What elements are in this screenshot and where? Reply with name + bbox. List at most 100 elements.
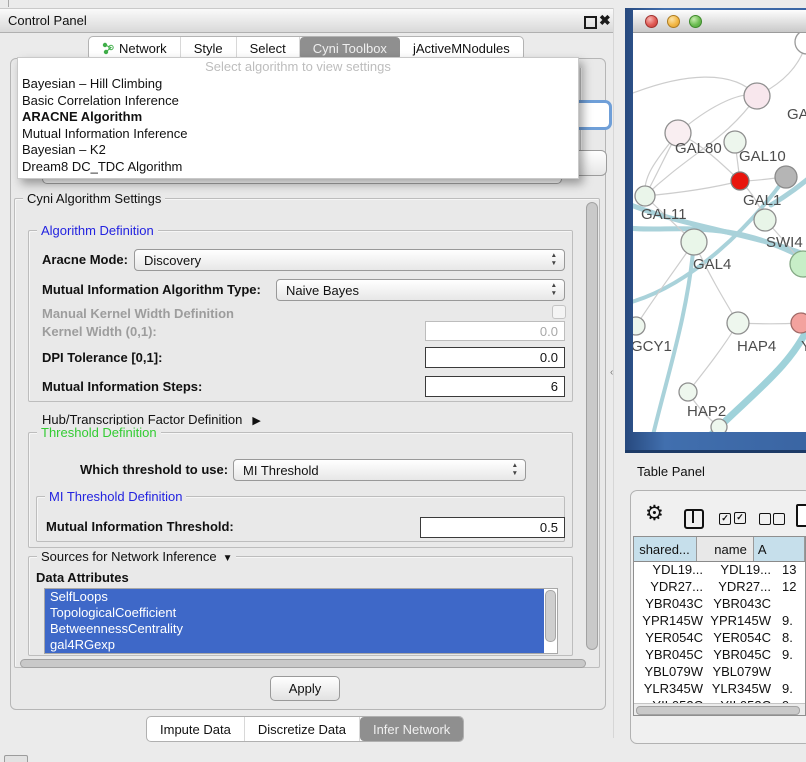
node-label: HAP2 <box>687 403 726 420</box>
table-row[interactable]: YLR345WYLR345W9. <box>634 680 805 697</box>
splitter-handle[interactable]: ‹ <box>610 367 613 378</box>
network-edge[interactable] <box>633 77 757 96</box>
unchecked-checkbox-icon[interactable] <box>759 513 771 525</box>
network-node-gal11[interactable] <box>635 186 655 206</box>
close-traffic-light[interactable] <box>645 15 658 28</box>
table-horizontal-scrollbar[interactable] <box>634 703 805 716</box>
algorithm-option[interactable]: Dream8 DC_TDC Algorithm <box>18 159 578 176</box>
node-label: HAP4 <box>737 338 776 355</box>
mi-steps-input[interactable]: 6 <box>425 376 565 397</box>
algorithm-dropdown: Select algorithm to view settings Bayesi… <box>17 57 579 179</box>
table-row[interactable]: YPR145WYPR145W9. <box>634 612 805 629</box>
manual-kernel-label: Manual Kernel Width Definition <box>42 306 234 321</box>
network-node-gray-node[interactable] <box>775 166 797 188</box>
checked-checkbox-icon[interactable]: ✓ <box>734 512 746 524</box>
table-row[interactable]: YER054CYER054C8. <box>634 629 805 646</box>
attribute-item[interactable]: BetweennessCentrality <box>45 621 544 637</box>
network-canvas[interactable]: GALGAL80GAL10GAL1GAL11SWI4GAL4GCY1HAP4YH… <box>633 33 806 432</box>
threshold-definition-title: Threshold Definition <box>37 425 161 440</box>
attribute-item[interactable]: SelfLoops <box>45 589 544 605</box>
algorithm-option[interactable]: ARACNE Algorithm <box>18 109 578 126</box>
network-node-gal1[interactable] <box>754 209 776 231</box>
algorithm-definition-title: Algorithm Definition <box>37 223 158 238</box>
gear-icon[interactable]: ⚙ <box>645 501 664 526</box>
combo-arrows-icon: ▲▼ <box>551 282 557 298</box>
network-window-titlebar[interactable] <box>633 10 806 33</box>
which-threshold-combo[interactable]: MI Threshold ▲▼ <box>233 459 526 481</box>
float-window-icon[interactable] <box>584 16 597 29</box>
network-node-hap2b[interactable] <box>711 419 727 432</box>
manual-kernel-checkbox[interactable] <box>552 305 566 319</box>
mi-type-label: Mutual Information Algorithm Type: <box>42 282 261 297</box>
settings-horizontal-scrollbar[interactable] <box>20 659 586 668</box>
tab-impute-data[interactable]: Impute Data <box>147 717 245 741</box>
which-threshold-label: Which threshold to use: <box>80 462 228 477</box>
document-icon[interactable] <box>796 504 806 527</box>
table-row[interactable]: YBL079WYBL079W <box>634 663 805 680</box>
node-label: GAL11 <box>641 206 687 223</box>
cyni-settings-group-title: Cyni Algorithm Settings <box>23 191 165 206</box>
screen: Control Panel ✖ NetworkStyleSelectCyni T… <box>0 0 806 762</box>
unchecked-checkbox-icon[interactable] <box>773 513 785 525</box>
aracne-mode-combo[interactable]: Discovery ▲▼ <box>134 249 565 271</box>
algorithm-option[interactable]: Bayesian – K2 <box>18 142 578 159</box>
dpi-tolerance-label: DPI Tolerance [0,1]: <box>42 350 162 365</box>
network-tab-icon <box>102 42 114 55</box>
tab-infer-network[interactable]: Infer Network <box>360 717 463 741</box>
algorithm-option[interactable]: Bayesian – Hill Climbing <box>18 76 578 93</box>
combo-arrows-icon: ▲▼ <box>551 252 557 268</box>
close-icon[interactable]: ✖ <box>599 12 611 29</box>
algorithm-option[interactable]: Mutual Information Inference <box>18 126 578 143</box>
algorithm-option[interactable]: Basic Correlation Inference <box>18 93 578 110</box>
attribute-item[interactable]: gal4RGexp <box>45 637 544 653</box>
network-node-salmon-node[interactable] <box>791 313 806 333</box>
node-label: GAL4 <box>693 256 731 273</box>
table-row[interactable]: YBR043CYBR043C <box>634 595 805 612</box>
network-node-gcy1[interactable] <box>633 317 645 335</box>
sources-group-title[interactable]: Sources for Network Inference▼ <box>37 549 236 564</box>
table-body: YDL19...YDL19...13YDR27...YDR27...12YBR0… <box>634 561 805 703</box>
network-edge[interactable] <box>688 323 738 392</box>
dpi-tolerance-input[interactable]: 0.0 <box>425 347 565 368</box>
kernel-width-input[interactable]: 0.0 <box>425 321 565 341</box>
expand-right-icon: ▶ <box>252 415 260 427</box>
tab-discretize-data[interactable]: Discretize Data <box>245 717 360 741</box>
data-attributes-list: SelfLoopsTopologicalCoefficientBetweenne… <box>44 588 558 654</box>
node-label: GAL <box>787 106 806 123</box>
network-node-gal-top[interactable] <box>744 83 770 109</box>
node-label: GCY1 <box>633 338 672 355</box>
attributes-scrollbar[interactable] <box>545 590 556 642</box>
attribute-item[interactable]: TopologicalCoefficient <box>45 605 544 621</box>
column-header[interactable]: A <box>754 537 805 561</box>
scrollbar-thumb[interactable] <box>636 706 800 715</box>
column-header[interactable]: name <box>697 537 754 561</box>
minimized-panel-icon[interactable] <box>4 755 28 762</box>
node-label: SWI4 <box>766 234 803 251</box>
minimize-traffic-light[interactable] <box>667 15 680 28</box>
apply-button[interactable]: Apply <box>270 676 340 701</box>
column-layout-icon[interactable] <box>684 509 704 529</box>
table-row[interactable]: YDL19...YDL19...13 <box>634 561 805 578</box>
node-table: shared...nameA YDL19...YDL19...13YDR27..… <box>633 536 806 716</box>
network-node-red-node[interactable] <box>731 172 749 190</box>
network-node-top-arc[interactable] <box>795 33 806 54</box>
column-header[interactable]: shared... <box>634 537 697 561</box>
table-row[interactable]: YDR27...YDR27...12 <box>634 578 805 595</box>
settings-vertical-scrollbar[interactable] <box>586 202 598 650</box>
network-node-hap4[interactable] <box>727 312 749 334</box>
data-attributes-label: Data Attributes <box>36 570 129 585</box>
zoom-traffic-light[interactable] <box>689 15 702 28</box>
table-header: shared...nameA <box>634 537 805 562</box>
combo-arrows-icon: ▲▼ <box>512 462 518 478</box>
mi-type-combo[interactable]: Naive Bayes ▲▼ <box>276 279 565 301</box>
table-panel-title: Table Panel <box>637 464 705 479</box>
kernel-width-label: Kernel Width (0,1): <box>42 324 157 339</box>
network-view[interactable]: GALGAL80GAL10GAL1GAL11SWI4GAL4GCY1HAP4YH… <box>633 33 806 432</box>
checked-checkbox-icon[interactable]: ✓ <box>719 513 731 525</box>
network-node-gal4[interactable] <box>681 229 707 255</box>
table-row[interactable]: YBR045CYBR045C9. <box>634 646 805 663</box>
network-node-hap2[interactable] <box>679 383 697 401</box>
node-label: Y <box>801 338 806 355</box>
mi-threshold-input[interactable]: 0.5 <box>420 517 565 538</box>
node-label: GAL1 <box>743 192 781 209</box>
